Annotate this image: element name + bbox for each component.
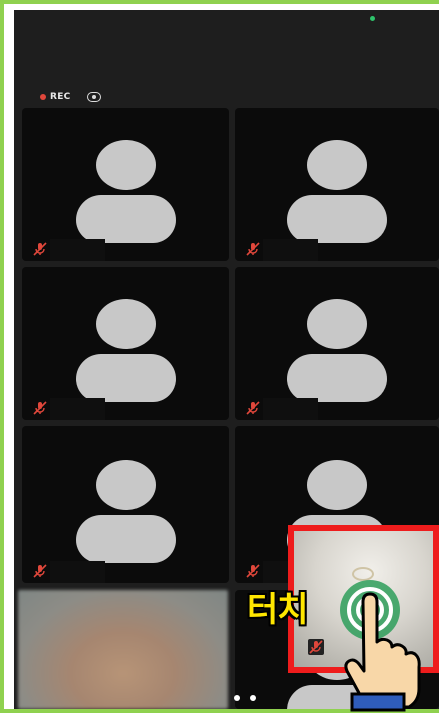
page-indicator[interactable] xyxy=(234,695,256,701)
participant-name-bar xyxy=(263,398,318,420)
participant-name-bar xyxy=(263,239,318,261)
camera-switch-icon[interactable] xyxy=(86,92,101,102)
microphone-muted-icon xyxy=(308,639,324,655)
microphone-muted-icon xyxy=(246,242,260,256)
microphone-muted-icon xyxy=(33,242,47,256)
camera-indicator-icon xyxy=(370,16,375,21)
participant-name-bar xyxy=(50,398,105,420)
participant-tile[interactable] xyxy=(22,108,229,261)
touch-instruction-label: 터치 xyxy=(247,590,309,630)
recording-label: REC xyxy=(50,92,71,102)
participant-tile[interactable] xyxy=(22,267,229,420)
participant-name-bar xyxy=(50,561,105,583)
page-dot[interactable] xyxy=(234,695,240,701)
blurred-video-tile[interactable] xyxy=(18,590,228,709)
participant-tile[interactable] xyxy=(22,426,229,583)
tapping-hand-icon xyxy=(340,580,421,712)
page-dot[interactable] xyxy=(250,695,256,701)
microphone-muted-icon xyxy=(246,564,260,578)
microphone-muted-icon xyxy=(33,401,47,415)
participant-name-bar xyxy=(50,239,105,261)
participant-tile[interactable] xyxy=(235,267,439,420)
microphone-muted-icon xyxy=(246,401,260,415)
top-bar: REC xyxy=(14,10,439,110)
microphone-muted-icon xyxy=(33,564,47,578)
record-dot-icon xyxy=(40,94,46,100)
recording-indicator: REC xyxy=(40,92,101,102)
participant-tile[interactable] xyxy=(235,108,439,261)
